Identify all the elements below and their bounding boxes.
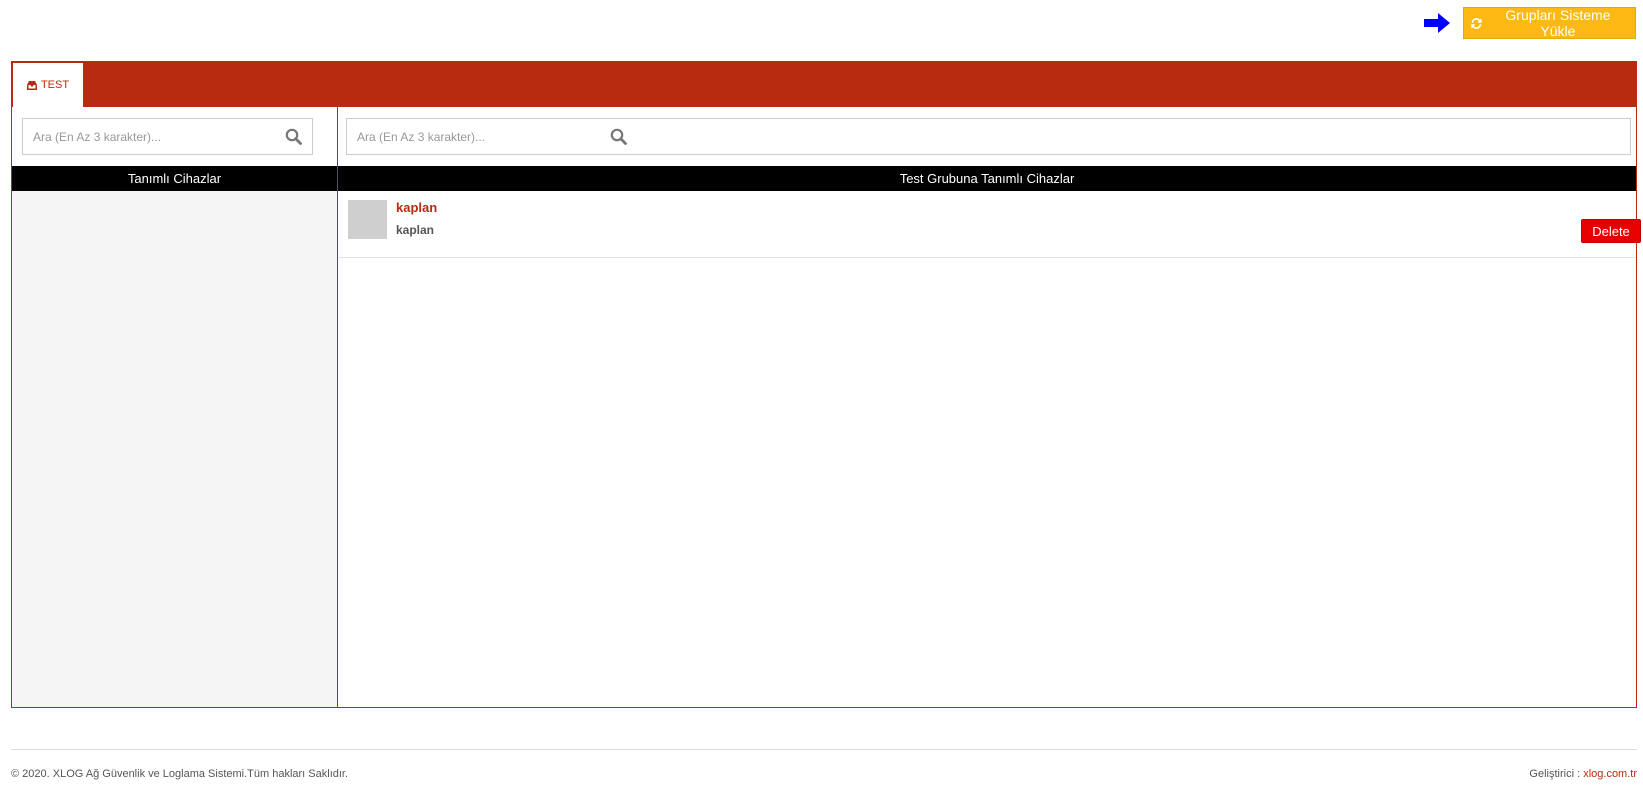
left-search-box xyxy=(22,118,313,155)
developer-label: Geliştirici : xyxy=(1529,768,1584,780)
device-name[interactable]: kaplan xyxy=(396,200,437,215)
left-search-area xyxy=(12,107,337,166)
footer-divider xyxy=(11,749,1637,750)
device-avatar xyxy=(348,200,387,239)
defined-devices-header: Tanımlı Cihazlar xyxy=(12,166,337,191)
refresh-icon xyxy=(1471,17,1482,29)
load-groups-label: Grupları Sisteme Yükle xyxy=(1505,7,1611,39)
developer-link[interactable]: xlog.com.tr xyxy=(1583,768,1637,780)
group-devices-column: Test Grubuna Tanımlı Cihazlar kaplan kap… xyxy=(338,107,1641,707)
load-groups-button[interactable]: Grupları Sisteme Yükle xyxy=(1463,7,1636,39)
group-devices-header: Test Grubuna Tanımlı Cihazlar xyxy=(338,166,1636,191)
group-panel: TEST Tanımlı Cihazlar xyxy=(11,61,1641,708)
footer-copyright: © 2020. XLOG Ağ Güvenlik ve Loglama Sist… xyxy=(11,768,349,780)
defined-devices-column: Tanımlı Cihazlar xyxy=(12,107,338,707)
right-search-area xyxy=(338,107,1636,166)
tab-bar: TEST xyxy=(12,62,1636,107)
top-toolbar: Grupları Sisteme Yükle xyxy=(0,0,1643,48)
tab-test[interactable]: TEST xyxy=(13,63,83,107)
delete-button[interactable]: Delete xyxy=(1581,219,1641,243)
footer-developer: Geliştirici : xlog.com.tr xyxy=(1529,768,1637,780)
right-search-input[interactable] xyxy=(347,119,607,154)
left-search-input[interactable] xyxy=(23,119,312,154)
arrow-right-icon xyxy=(1424,13,1450,33)
right-search-box xyxy=(346,118,1631,155)
list-item: kaplan kaplan Delete xyxy=(338,191,1641,258)
tab-label: TEST xyxy=(40,79,70,91)
search-icon[interactable] xyxy=(285,128,302,145)
inbox-icon xyxy=(26,80,37,90)
search-icon[interactable] xyxy=(610,128,627,145)
device-subtitle: kaplan xyxy=(396,223,435,237)
